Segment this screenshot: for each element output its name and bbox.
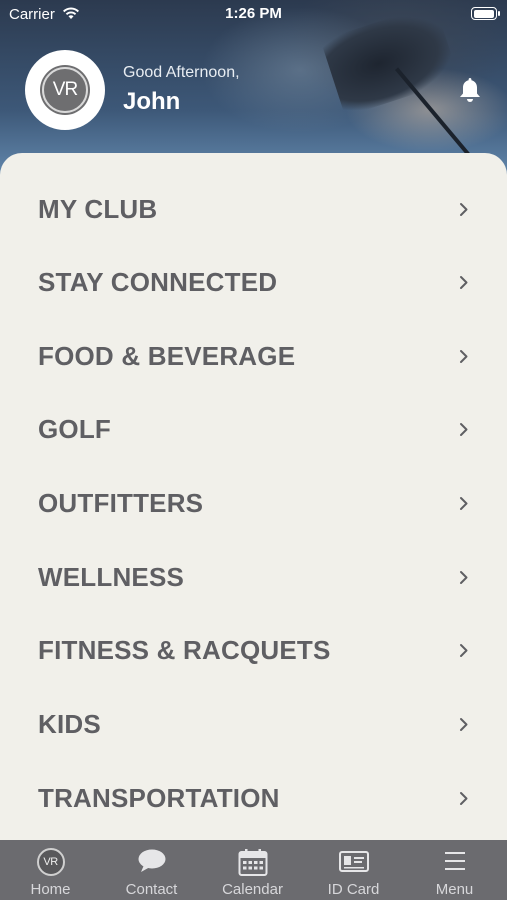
menu-item-label: OUTFITTERS <box>38 488 204 518</box>
tab-label: Home <box>30 881 71 898</box>
menu-item-label: FOOD & BEVERAGE <box>38 341 296 371</box>
menu-item-label: WELLNESS <box>38 562 185 592</box>
chevron-right-icon <box>460 792 468 805</box>
menu-item-kids[interactable]: KIDS <box>0 688 507 761</box>
vr-logo-icon: VR <box>36 848 65 876</box>
battery-icon <box>471 7 500 20</box>
menu-item-label: GOLF <box>38 414 112 444</box>
menu-item-label: TRANSPORTATION <box>38 783 280 813</box>
tab-home[interactable]: VR Home <box>0 840 101 900</box>
tab-label: Contact <box>125 881 178 898</box>
tab-menu[interactable]: Menu <box>404 840 505 900</box>
status-bar: Carrier 1:26 PM <box>0 0 507 28</box>
main-menu-panel: MY CLUB STAY CONNECTED FOOD & BEVERAGE G… <box>0 153 507 843</box>
hamburger-icon <box>444 852 465 870</box>
menu-item-food-beverage[interactable]: FOOD & BEVERAGE <box>0 320 507 393</box>
tab-label: Menu <box>435 881 474 898</box>
menu-item-golf[interactable]: GOLF <box>0 393 507 466</box>
chevron-right-icon <box>460 203 468 216</box>
calendar-icon <box>238 849 267 876</box>
chevron-right-icon <box>460 571 468 584</box>
menu-item-outfitters[interactable]: OUTFITTERS <box>0 467 507 540</box>
tab-label: Calendar <box>222 881 283 898</box>
menu-item-fitness-racquets[interactable]: FITNESS & RACQUETS <box>0 614 507 687</box>
menu-item-label: STAY CONNECTED <box>38 267 278 297</box>
tab-calendar[interactable]: Calendar <box>202 840 303 900</box>
greeting-text: Good Afternoon, <box>123 64 240 81</box>
clock: 1:26 PM <box>225 5 282 22</box>
id-card-icon <box>338 851 369 872</box>
vr-logo-icon: VR <box>42 67 88 113</box>
avatar[interactable]: VR <box>25 50 105 130</box>
chevron-right-icon <box>460 350 468 363</box>
tab-bar: VR Home Contact Calendar ID Card Menu <box>0 840 507 900</box>
menu-item-label: FITNESS & RACQUETS <box>38 635 331 665</box>
chevron-right-icon <box>460 644 468 657</box>
menu-item-label: KIDS <box>38 709 101 739</box>
chevron-right-icon <box>460 423 468 436</box>
menu-item-label: MY CLUB <box>38 194 158 224</box>
menu-item-stay-connected[interactable]: STAY CONNECTED <box>0 246 507 319</box>
tab-id-card[interactable]: ID Card <box>303 840 404 900</box>
chevron-right-icon <box>460 497 468 510</box>
menu-item-wellness[interactable]: WELLNESS <box>0 541 507 614</box>
menu-item-my-club[interactable]: MY CLUB <box>0 173 507 246</box>
bell-icon[interactable] <box>458 76 482 104</box>
chevron-right-icon <box>460 718 468 731</box>
tab-contact[interactable]: Contact <box>101 840 202 900</box>
tab-label: ID Card <box>327 881 380 898</box>
chat-bubble-icon <box>138 849 165 872</box>
user-name: John <box>123 88 181 115</box>
menu-item-transportation[interactable]: TRANSPORTATION <box>0 762 507 835</box>
chevron-right-icon <box>460 276 468 289</box>
